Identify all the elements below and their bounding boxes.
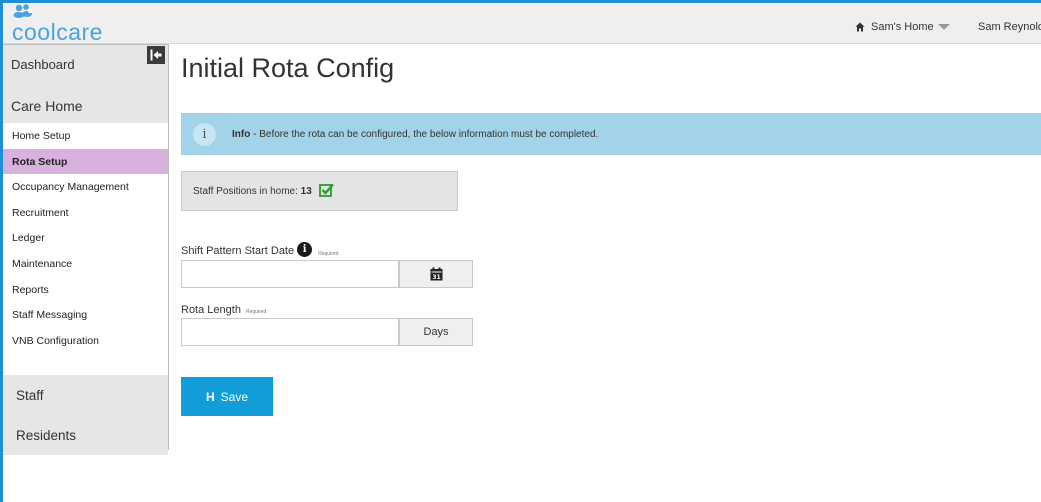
page-title: Initial Rota Config — [181, 53, 395, 83]
sidebar-staff[interactable]: Staff — [3, 375, 168, 416]
coolcare-logo[interactable]: coolcare — [11, 4, 121, 45]
save-button-label: Save — [220, 389, 249, 404]
save-button[interactable]: H Save — [181, 377, 273, 416]
sidebar-item-ledger[interactable]: Ledger — [3, 225, 168, 251]
save-icon: H — [205, 389, 215, 404]
info-circle-icon[interactable]: i — [297, 242, 313, 257]
collapse-sidebar-button[interactable] — [147, 46, 165, 64]
staff-positions-label: Staff Positions in home: — [193, 186, 301, 197]
sidebar-item-reports[interactable]: Reports — [3, 277, 168, 303]
sidebar-item-occupancy-management[interactable]: Occupancy Management — [3, 174, 168, 200]
info-icon: i — [193, 123, 216, 146]
staff-positions-count: 13 — [300, 186, 312, 197]
sidebar-dashboard[interactable]: Dashboard — [3, 45, 168, 85]
home-icon — [855, 22, 865, 32]
user-menu[interactable]: Sam Reynolds — [978, 21, 1041, 33]
rota-length-label: Rota Length — [181, 304, 241, 316]
info-alert-text: Info - Before the rota can be configured… — [232, 129, 598, 140]
shift-start-date-input[interactable] — [181, 260, 399, 288]
rota-length-unit: Days — [399, 318, 473, 346]
logo-people-icon — [13, 4, 33, 18]
info-alert-message: - Before the rota can be configured, the… — [250, 129, 599, 140]
home-selector[interactable]: Sam's Home — [855, 21, 950, 33]
sidebar: Dashboard Care Home Home Setup Rota Setu… — [3, 44, 169, 456]
info-alert-label: Info — [232, 129, 251, 140]
calendar-button[interactable]: 31 — [399, 260, 473, 288]
sidebar-item-home-setup[interactable]: Home Setup — [3, 123, 168, 149]
top-bar: coolcare Sam's Home Sam Reynolds — [3, 3, 1041, 45]
sidebar-residents[interactable]: Residents — [3, 415, 168, 456]
sidebar-item-maintenance[interactable]: Maintenance — [3, 251, 168, 277]
logo-text: coolcare — [12, 19, 103, 45]
rota-length-label-group: Rota Length Required — [181, 304, 266, 316]
staff-positions-panel: Staff Positions in home: 13 — [181, 171, 458, 211]
sidebar-item-vnb-configuration[interactable]: VNB Configuration — [3, 328, 168, 354]
shift-start-label-group: Shift Pattern Start Date i Required — [181, 242, 338, 257]
calendar-icon: 31 — [430, 267, 442, 281]
checkbox-checked-icon — [319, 183, 334, 197]
sidebar-item-rota-setup[interactable]: Rota Setup — [3, 148, 168, 175]
shift-start-required: Required — [318, 251, 339, 257]
arrow-left-icon — [150, 49, 162, 61]
info-alert: i Info - Before the rota can be configur… — [181, 113, 1041, 155]
shift-start-label: Shift Pattern Start Date — [181, 245, 295, 257]
sidebar-care-home-items: Home Setup Rota Setup Occupancy Manageme… — [3, 123, 168, 353]
home-selector-label: Sam's Home — [871, 21, 934, 33]
svg-text:31: 31 — [432, 274, 440, 281]
sidebar-item-staff-messaging[interactable]: Staff Messaging — [3, 302, 168, 328]
chevron-down-icon — [937, 24, 950, 30]
rota-length-required: Required — [246, 309, 267, 315]
rota-length-input[interactable] — [181, 318, 399, 346]
sidebar-care-home[interactable]: Care Home — [3, 85, 168, 123]
sidebar-item-recruitment[interactable]: Recruitment — [3, 200, 168, 226]
